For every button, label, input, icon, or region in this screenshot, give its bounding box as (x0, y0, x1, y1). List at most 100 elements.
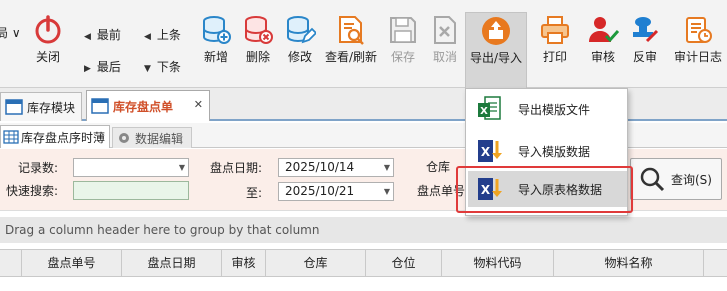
column-header[interactable]: 审核 (222, 250, 266, 277)
export-import-icon (482, 17, 510, 45)
last-label: 最后 (96, 60, 121, 74)
highlight-box (456, 166, 633, 213)
group-by-panel[interactable]: Drag a column header here to group by th… (0, 217, 727, 243)
date-from-picker[interactable]: 2025/10/14 ▼ (278, 158, 394, 177)
save-button[interactable]: 保存 (386, 14, 420, 74)
svg-text:X: X (480, 106, 488, 117)
chevron-down-icon: ▼ (383, 187, 390, 196)
add-label: 新增 (203, 50, 228, 64)
column-header[interactable]: 物料代码 (442, 250, 554, 277)
tab-data-edit[interactable]: 数据编辑 (112, 127, 192, 148)
app-window: 局 ∨ 关闭 ◀ 最前 ▶ 最后 ◀ 上条 ▼ 下条 新增 删除 修改 查看/刷新 保存 (0, 0, 727, 291)
search-icon (640, 167, 665, 192)
column-header[interactable]: 仓库 (266, 250, 366, 277)
sub-tab-label: 库存盘点序时薄 (21, 130, 106, 145)
edit-label: 修改 (287, 50, 312, 64)
column-header[interactable]: 盘点日期 (122, 250, 222, 277)
floppy-disk-icon (390, 17, 416, 43)
svg-text:X: X (481, 145, 491, 159)
menu-item-import-template[interactable]: X 导入模版数据 (468, 133, 627, 169)
toolbar: 局 ∨ 关闭 ◀ 最前 ▶ 最后 ◀ 上条 ▼ 下条 新增 删除 修改 查看/刷新 保存 (0, 0, 727, 88)
audit-log-icon (686, 17, 712, 43)
group-hint-text: Drag a column header here to group by th… (5, 223, 320, 237)
chevron-down-icon: ▼ (178, 163, 185, 172)
database-edit-icon (287, 16, 316, 44)
last-arrow-icon: ▶ (84, 64, 91, 74)
prev-arrow-icon: ◀ (144, 32, 151, 42)
previous-record-button[interactable]: ◀ 上条 (144, 27, 181, 45)
date-to-picker[interactable]: 2025/10/21 ▼ (278, 182, 394, 201)
close-button[interactable]: 关闭 (30, 14, 66, 74)
tab-label: 库存盘点单 (113, 99, 174, 114)
tab-count-journal[interactable]: 库存盘点序时薄 (0, 125, 110, 148)
first-label: 最前 (96, 28, 121, 42)
next-arrow-icon: ▼ (144, 64, 151, 74)
warehouse-label: 仓库 (426, 160, 451, 174)
next-record-button[interactable]: ▼ 下条 (144, 59, 181, 77)
last-record-button[interactable]: ▶ 最后 (84, 59, 121, 77)
save-label: 保存 (390, 50, 415, 64)
close-label: 关闭 (35, 50, 60, 64)
first-record-button[interactable]: ◀ 最前 (84, 27, 121, 45)
column-header[interactable]: 仓位 (366, 250, 442, 277)
stamp-icon (633, 17, 659, 43)
window-icon (91, 98, 109, 114)
print-label: 打印 (542, 50, 567, 64)
excel-import-icon: X (478, 140, 502, 162)
print-button[interactable]: 打印 (538, 14, 572, 74)
delete-label: 删除 (245, 50, 270, 64)
quick-search-label: 快速搜索: (6, 184, 59, 198)
toolbar-partial-item[interactable]: 局 ∨ (0, 25, 21, 41)
edit-button[interactable]: 修改 (282, 14, 318, 74)
toolbar-partial-label: 局 ∨ (0, 26, 21, 40)
excel-export-icon: X (478, 96, 501, 120)
add-button[interactable]: 新增 (198, 14, 234, 74)
export-import-button[interactable]: 导出/导入 (465, 12, 527, 88)
first-arrow-icon: ◀ (84, 32, 91, 42)
database-add-icon (203, 16, 231, 44)
date-to-label: 至: (246, 186, 263, 200)
view-refresh-label: 查看/刷新 (324, 50, 378, 64)
unapprove-button[interactable]: 反审 (628, 14, 662, 74)
database-delete-icon (245, 16, 273, 44)
grid-icon (3, 130, 19, 144)
date-from-value: 2025/10/14 (285, 160, 355, 174)
menu-item-export-template[interactable]: X 导出模版文件 (468, 91, 627, 127)
prev-label: 上条 (156, 28, 181, 42)
audit-log-button[interactable]: 审计日志 (672, 14, 724, 74)
cancel-label: 取消 (432, 50, 457, 64)
quick-search-input[interactable] (73, 181, 189, 200)
view-refresh-button[interactable]: 查看/刷新 (322, 14, 380, 74)
window-icon (5, 99, 23, 115)
column-header[interactable]: 物料名称 (554, 250, 704, 277)
date-label: 盘点日期: (210, 161, 263, 175)
approve-label: 审核 (590, 50, 615, 64)
audit-log-label: 审计日志 (673, 50, 722, 64)
power-icon (35, 15, 61, 44)
cancel-button[interactable]: 取消 (428, 14, 462, 74)
date-to-value: 2025/10/21 (285, 184, 355, 198)
user-approve-icon (589, 17, 619, 43)
tab-inventory-count-sheet[interactable]: 库存盘点单 ✕ (86, 90, 210, 121)
gear-icon (119, 133, 129, 143)
unapprove-label: 反审 (632, 50, 657, 64)
column-header[interactable]: 盘点单号 (22, 250, 122, 277)
next-label: 下条 (156, 60, 181, 74)
menu-item-label: 导出模版文件 (518, 102, 591, 117)
delete-button[interactable]: 删除 (240, 14, 276, 74)
close-tab-icon[interactable]: ✕ (194, 98, 203, 111)
record-count-label: 记录数: (18, 161, 59, 175)
export-import-label: 导出/导入 (469, 51, 523, 65)
tab-inventory-module[interactable]: 库存模块 (0, 92, 82, 121)
document-cancel-icon (434, 16, 456, 44)
grid-header: 盘点单号 盘点日期 审核 仓库 仓位 物料代码 物料名称 (0, 249, 727, 277)
approve-button[interactable]: 审核 (586, 14, 620, 74)
row-indicator-header (0, 250, 22, 277)
document-search-icon (339, 16, 364, 45)
query-button[interactable]: 查询(S) (630, 158, 722, 200)
tab-label: 库存模块 (27, 100, 76, 115)
chevron-down-icon: ▼ (383, 163, 390, 172)
query-label: 查询(S) (671, 172, 712, 187)
record-count-select[interactable]: ▼ (73, 158, 189, 177)
sub-tab-label: 数据编辑 (135, 131, 184, 146)
